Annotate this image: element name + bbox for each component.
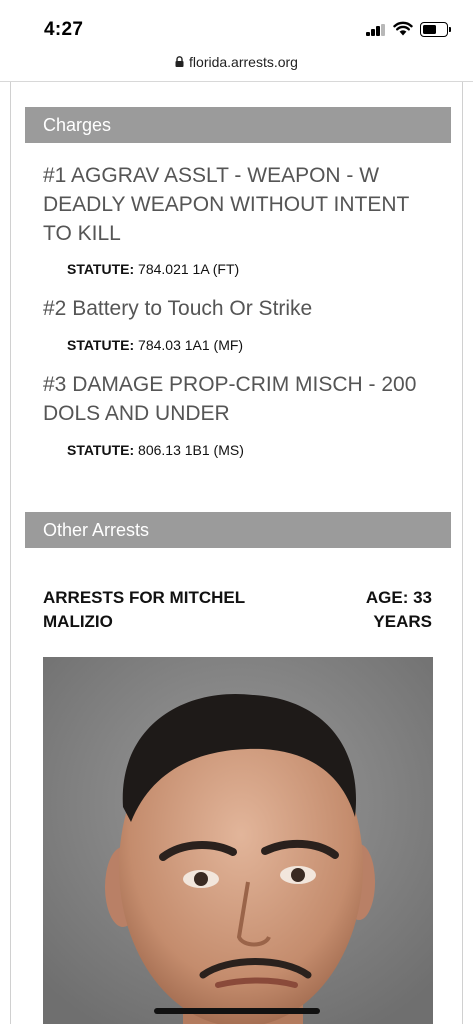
charge-title-1: #1 AGGRAV ASSLT - WEAPON - W DEADLY WEAP… [43,164,409,245]
charge-statute-1: STATUTE: 784.021 1A (FT) [67,261,240,277]
charge-statute-3: STATUTE: 806.13 1B1 (MS) [67,442,244,458]
status-time: 4:27 [44,19,84,40]
home-indicator[interactable] [154,1008,320,1014]
charges-header: Charges [25,107,451,143]
charge-title-3: #3 DAMAGE PROP-CRIM MISCH - 200 DOLS AND… [43,373,417,425]
charge-title-2: #2 Battery to Touch Or Strike [43,297,313,320]
url-text: florida.arrests.org [189,53,298,70]
charge-statute-2: STATUTE: 784.03 1A1 (MF) [67,337,244,353]
lock-icon [175,56,184,67]
arrests-for-name: ARRESTS FOR MITCHEL MALIZIO [43,588,245,631]
signal-icon [366,24,386,36]
wifi-icon [393,21,413,36]
battery-icon [420,22,448,37]
address-bar[interactable]: florida.arrests.org [0,46,473,82]
mugshot-image [43,657,433,1024]
other-arrests-header: Other Arrests [25,512,451,548]
status-bar: 4:27 [0,0,473,46]
age-label: AGE: 33 YEARS [365,588,432,631]
mugshot-photo[interactable] [43,657,433,1024]
